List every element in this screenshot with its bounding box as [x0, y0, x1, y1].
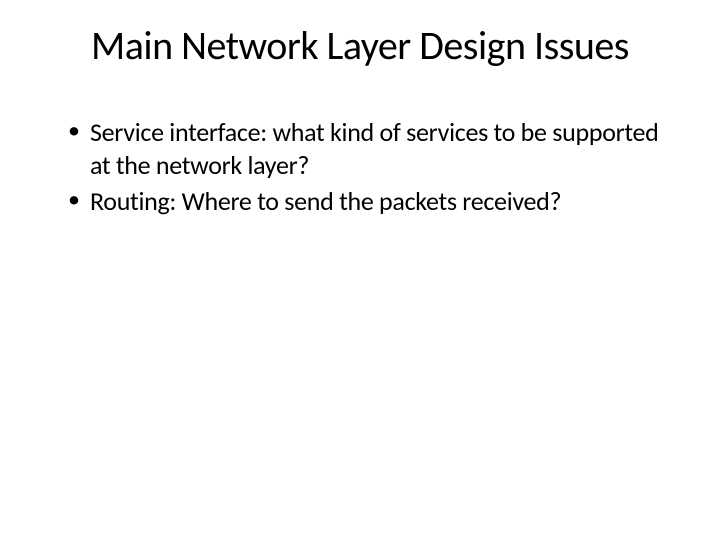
slide-container: Main Network Layer Design Issues Service…: [0, 0, 720, 540]
bullet-item: Routing: Where to send the packets recei…: [68, 185, 680, 218]
slide-content: Service interface: what kind of services…: [40, 116, 680, 218]
bullet-item: Service interface: what kind of services…: [68, 116, 680, 181]
bullet-list: Service interface: what kind of services…: [68, 116, 680, 218]
slide-title: Main Network Layer Design Issues: [40, 24, 680, 68]
